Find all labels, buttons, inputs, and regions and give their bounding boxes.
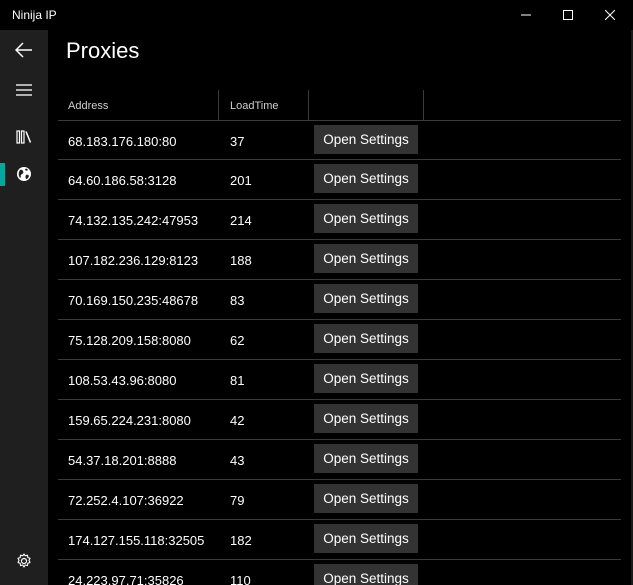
column-header-loadtime[interactable]: LoadTime [230, 100, 279, 112]
app-title: Ninija IP [12, 8, 57, 22]
address-cell: 107.182.236.129:8123 [68, 253, 199, 268]
loadtime-cell: 37 [230, 134, 245, 149]
hamburger-menu-button[interactable] [0, 70, 48, 110]
library-icon [16, 130, 32, 144]
open-settings-button[interactable]: Open Settings [314, 364, 418, 393]
open-settings-button[interactable]: Open Settings [314, 284, 418, 313]
column-header-address[interactable]: Address [68, 100, 108, 112]
table-row[interactable]: 54.37.18.201:8888 43 Open Settings [58, 440, 621, 480]
address-cell: 68.183.176.180:80 [68, 134, 177, 149]
address-cell: 108.53.43.96:8080 [68, 373, 177, 388]
table-row[interactable]: 68.183.176.180:80 37 Open Settings [58, 120, 621, 160]
open-settings-button[interactable]: Open Settings [314, 484, 418, 513]
table-row[interactable]: 70.169.150.235:48678 83 Open Settings [58, 280, 621, 320]
loadtime-cell: 81 [230, 373, 245, 388]
loadtime-cell: 79 [230, 493, 245, 508]
proxy-table-body: 68.183.176.180:80 37 Open Settings 64.60… [58, 120, 621, 585]
loadtime-cell: 43 [230, 453, 245, 468]
loadtime-cell: 214 [230, 213, 252, 228]
loadtime-cell: 62 [230, 333, 245, 348]
loadtime-cell: 201 [230, 173, 252, 188]
title-bar: Ninija IP [0, 0, 633, 30]
main-content: Proxies Address LoadTime 68.183.176.180:… [48, 30, 621, 585]
nav-item-library[interactable] [0, 117, 48, 157]
address-cell: 75.128.209.158:8080 [68, 333, 191, 348]
minimize-button[interactable] [503, 0, 549, 30]
close-icon [605, 10, 615, 20]
column-separator[interactable] [218, 90, 219, 120]
address-cell: 70.169.150.235:48678 [68, 293, 199, 308]
nav-item-proxies[interactable] [0, 154, 48, 194]
gear-icon [17, 553, 31, 568]
address-cell: 72.252.4.107:36922 [68, 493, 184, 508]
loadtime-cell: 110 [230, 573, 251, 585]
table-header: Address LoadTime [58, 90, 621, 120]
settings-button[interactable] [0, 541, 48, 581]
globe-icon [17, 167, 31, 181]
open-settings-button[interactable]: Open Settings [314, 125, 418, 154]
loadtime-cell: 182 [230, 533, 252, 548]
hamburger-menu-icon [16, 84, 32, 96]
app-window: Ninija IP Proxies Address LoadTime 68.18… [0, 0, 633, 585]
table-row[interactable]: 64.60.186.58:3128 201 Open Settings [58, 160, 621, 200]
open-settings-button[interactable]: Open Settings [314, 244, 418, 273]
table-row[interactable]: 74.132.135.242:47953 214 Open Settings [58, 200, 621, 240]
address-cell: 64.60.186.58:3128 [68, 173, 177, 188]
page-title: Proxies [66, 38, 140, 63]
loadtime-cell: 83 [230, 293, 245, 308]
column-separator[interactable] [423, 90, 424, 120]
nav-sidebar [0, 30, 48, 585]
open-settings-button[interactable]: Open Settings [314, 444, 418, 473]
open-settings-button[interactable]: Open Settings [314, 164, 418, 193]
open-settings-button[interactable]: Open Settings [314, 204, 418, 233]
open-settings-button[interactable]: Open Settings [314, 524, 418, 553]
loadtime-cell: 42 [230, 413, 245, 428]
table-row[interactable]: 108.53.43.96:8080 81 Open Settings [58, 360, 621, 400]
back-button[interactable] [0, 30, 48, 70]
table-row[interactable]: 159.65.224.231:8080 42 Open Settings [58, 400, 621, 440]
close-button[interactable] [587, 0, 633, 30]
table-row[interactable]: 107.182.236.129:8123 188 Open Settings [58, 240, 621, 280]
table-row[interactable]: 174.127.155.118:32505 182 Open Settings [58, 520, 621, 560]
open-settings-button[interactable]: Open Settings [314, 404, 418, 433]
address-cell: 159.65.224.231:8080 [68, 413, 191, 428]
address-cell: 54.37.18.201:8888 [68, 453, 177, 468]
address-cell: 174.127.155.118:32505 [68, 533, 205, 548]
table-row[interactable]: 72.252.4.107:36922 79 Open Settings [58, 480, 621, 520]
address-cell: 24.223.97.71:35826 [68, 573, 184, 585]
column-separator[interactable] [308, 90, 309, 120]
open-settings-button[interactable]: Open Settings [314, 324, 418, 353]
back-arrow-icon [15, 42, 32, 58]
table-row[interactable]: 24.223.97.71:35826 110 Open Settings [58, 560, 621, 585]
maximize-button[interactable] [545, 0, 591, 30]
minimize-icon [521, 14, 531, 16]
maximize-icon [563, 10, 573, 20]
address-cell: 74.132.135.242:47953 [68, 213, 199, 228]
table-row[interactable]: 75.128.209.158:8080 62 Open Settings [58, 320, 621, 360]
open-settings-button[interactable]: Open Settings [314, 564, 418, 585]
loadtime-cell: 188 [230, 253, 252, 268]
